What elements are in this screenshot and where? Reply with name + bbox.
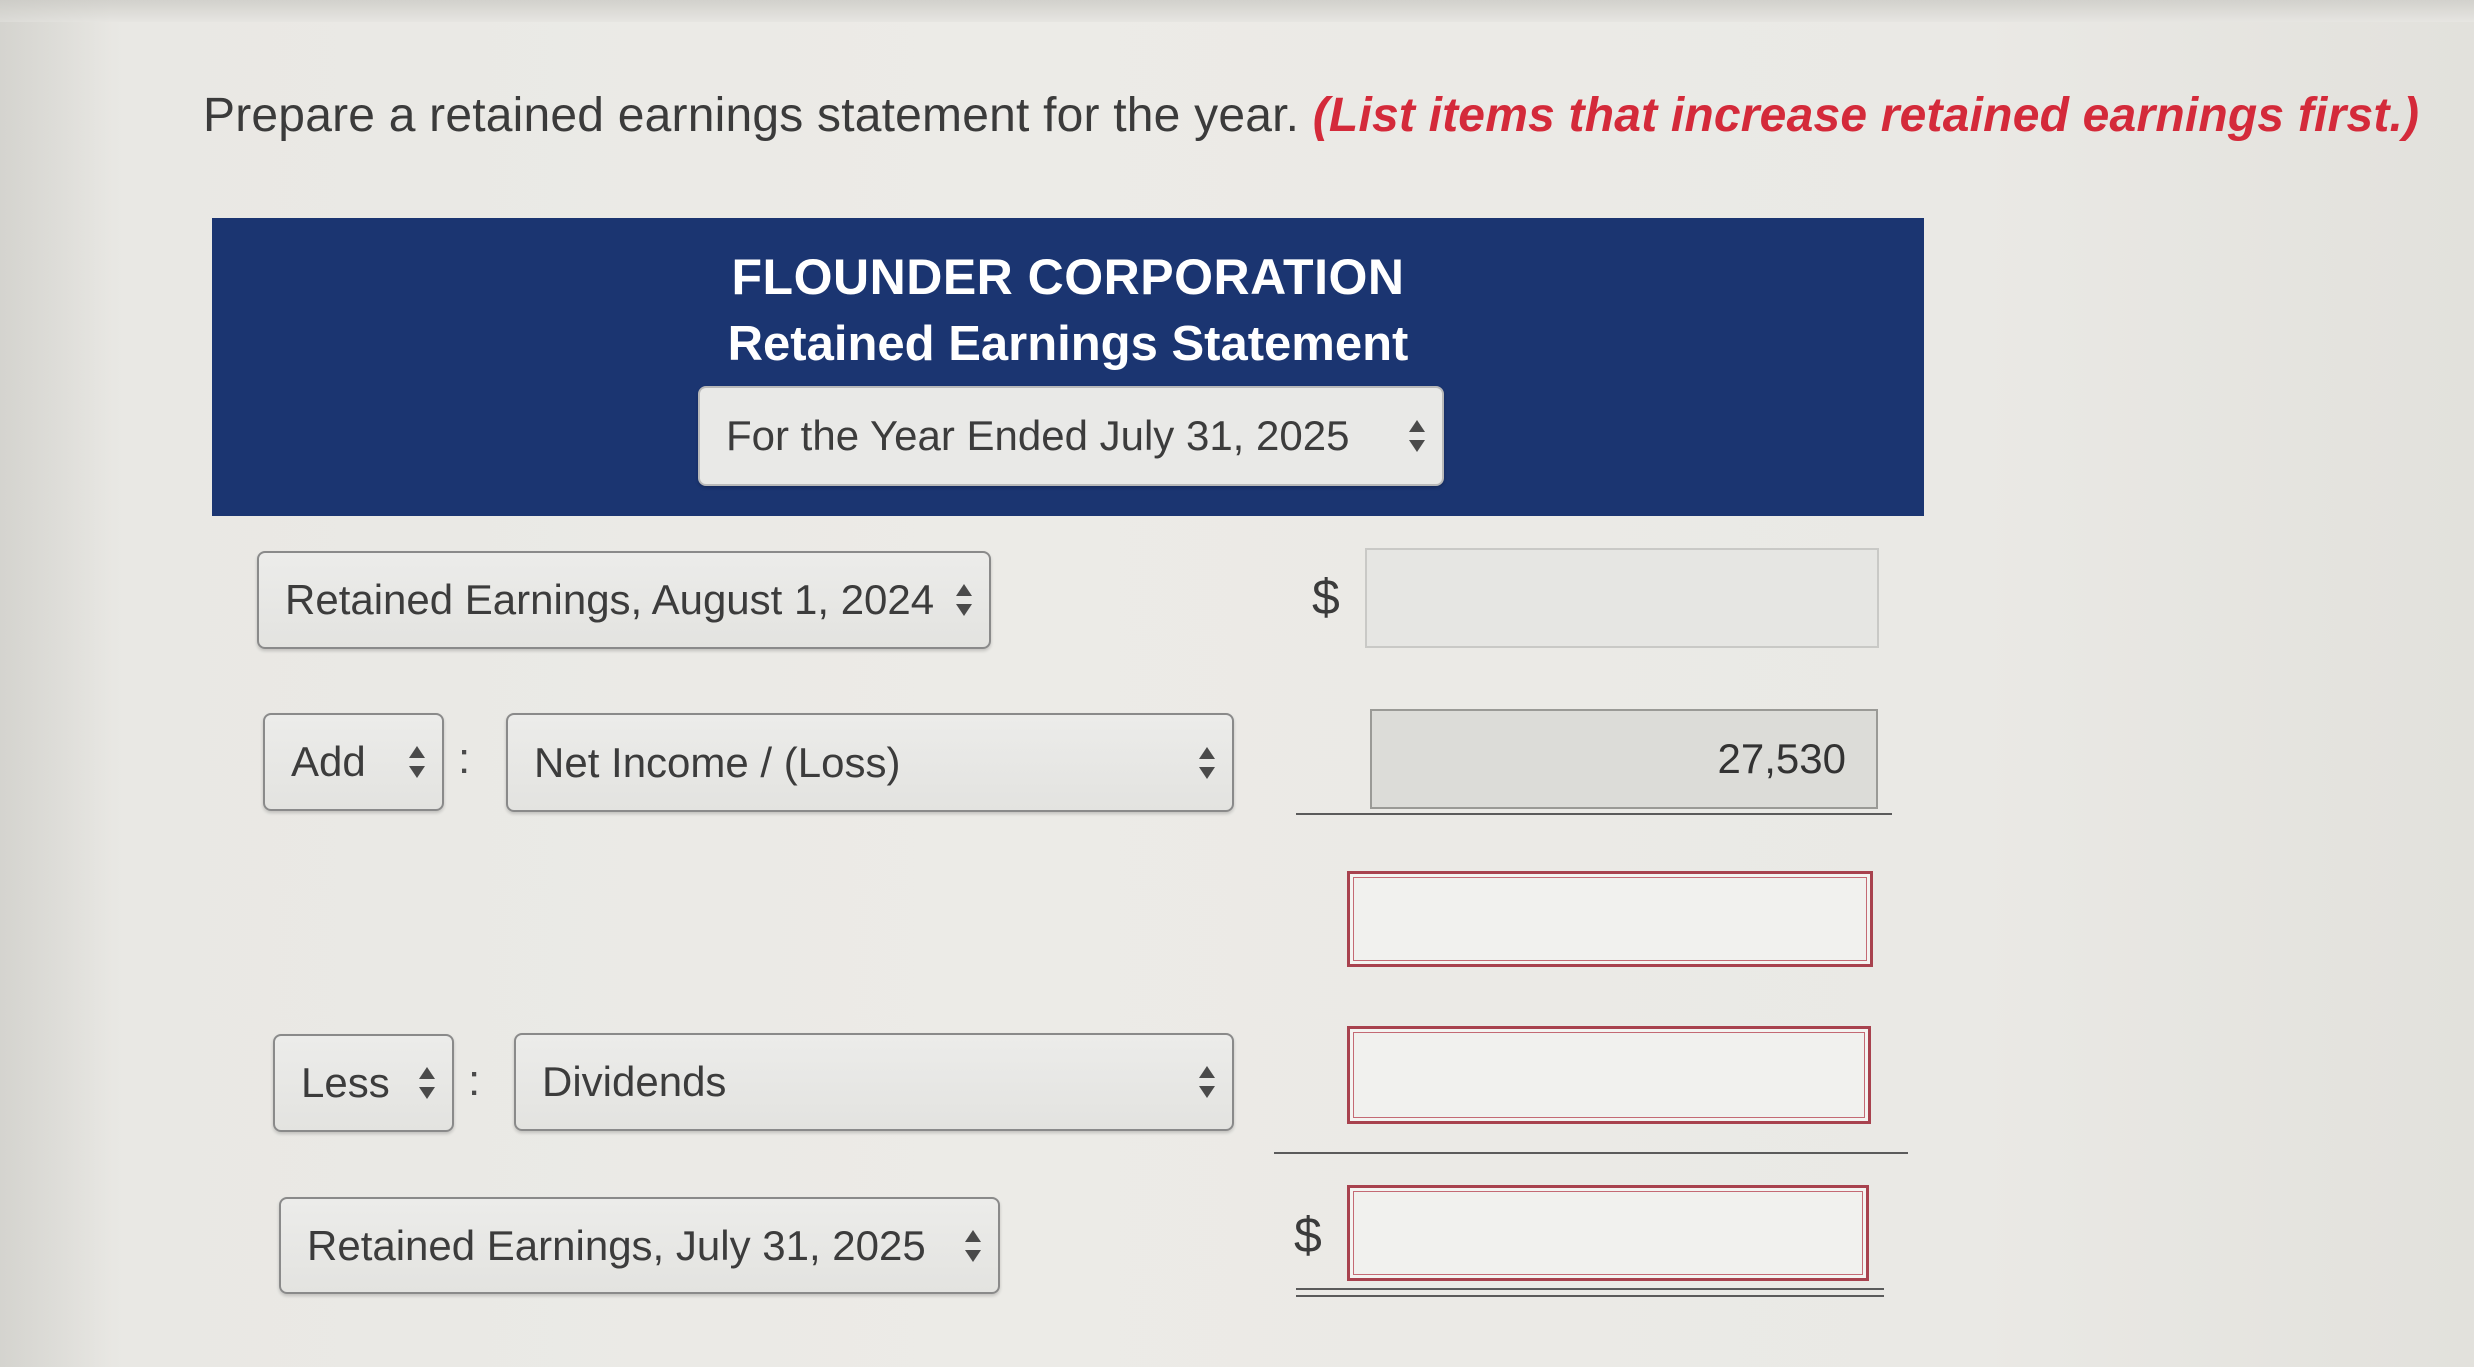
less-separator: : xyxy=(468,1056,481,1105)
sort-arrows-icon xyxy=(1199,746,1215,779)
sort-arrows-icon xyxy=(1409,420,1425,452)
total-rule xyxy=(1274,1152,1908,1154)
add-separator: : xyxy=(458,734,471,783)
paper-edge xyxy=(0,0,2474,22)
statement-title: Retained Earnings Statement xyxy=(727,317,1409,371)
double-rule-bottom xyxy=(1296,1295,1884,1297)
less-operator-select-value: Less xyxy=(301,1059,390,1106)
ending-balance-input[interactable] xyxy=(1347,1185,1869,1281)
company-name: FLOUNDER CORPORATION xyxy=(731,249,1405,305)
left-gutter xyxy=(0,0,110,1367)
sort-arrows-icon xyxy=(419,1067,435,1099)
beginning-currency-symbol: $ xyxy=(1312,569,1340,625)
ending-currency-symbol: $ xyxy=(1294,1207,1322,1263)
dividends-input[interactable] xyxy=(1347,1026,1871,1124)
instruction-text: Prepare a retained earnings statement fo… xyxy=(203,88,2419,143)
less-item-select[interactable]: Dividends xyxy=(514,1033,1234,1131)
sort-arrows-icon xyxy=(409,746,425,778)
double-rule-top xyxy=(1296,1288,1884,1290)
subtotal-rule xyxy=(1296,813,1892,815)
period-select-value: For the Year Ended July 31, 2025 xyxy=(726,412,1350,459)
add-operator-select[interactable]: Add xyxy=(263,713,444,811)
less-operator-select[interactable]: Less xyxy=(273,1034,454,1132)
sort-arrows-icon xyxy=(956,584,972,616)
ending-balance-select[interactable]: Retained Earnings, July 31, 2025 xyxy=(279,1197,1000,1294)
beginning-balance-input[interactable] xyxy=(1365,548,1879,648)
add-item-select[interactable]: Net Income / (Loss) xyxy=(506,713,1234,812)
sort-arrows-icon xyxy=(965,1229,981,1262)
instruction-main: Prepare a retained earnings statement fo… xyxy=(203,89,1300,142)
sort-arrows-icon xyxy=(1199,1066,1215,1098)
add-item-select-value: Net Income / (Loss) xyxy=(534,738,901,786)
ending-balance-select-value: Retained Earnings, July 31, 2025 xyxy=(307,1221,926,1269)
add-operator-select-value: Add xyxy=(291,738,366,785)
instruction-note: (List items that increase retained earni… xyxy=(1312,89,2420,142)
beginning-balance-select-value: Retained Earnings, August 1, 2024 xyxy=(285,576,935,623)
net-income-input[interactable]: 27,530 xyxy=(1370,709,1878,809)
less-item-select-value: Dividends xyxy=(542,1058,727,1105)
period-select[interactable]: For the Year Ended July 31, 2025 xyxy=(698,386,1444,486)
beginning-balance-select[interactable]: Retained Earnings, August 1, 2024 xyxy=(257,551,991,649)
subtotal-input[interactable] xyxy=(1347,871,1873,967)
